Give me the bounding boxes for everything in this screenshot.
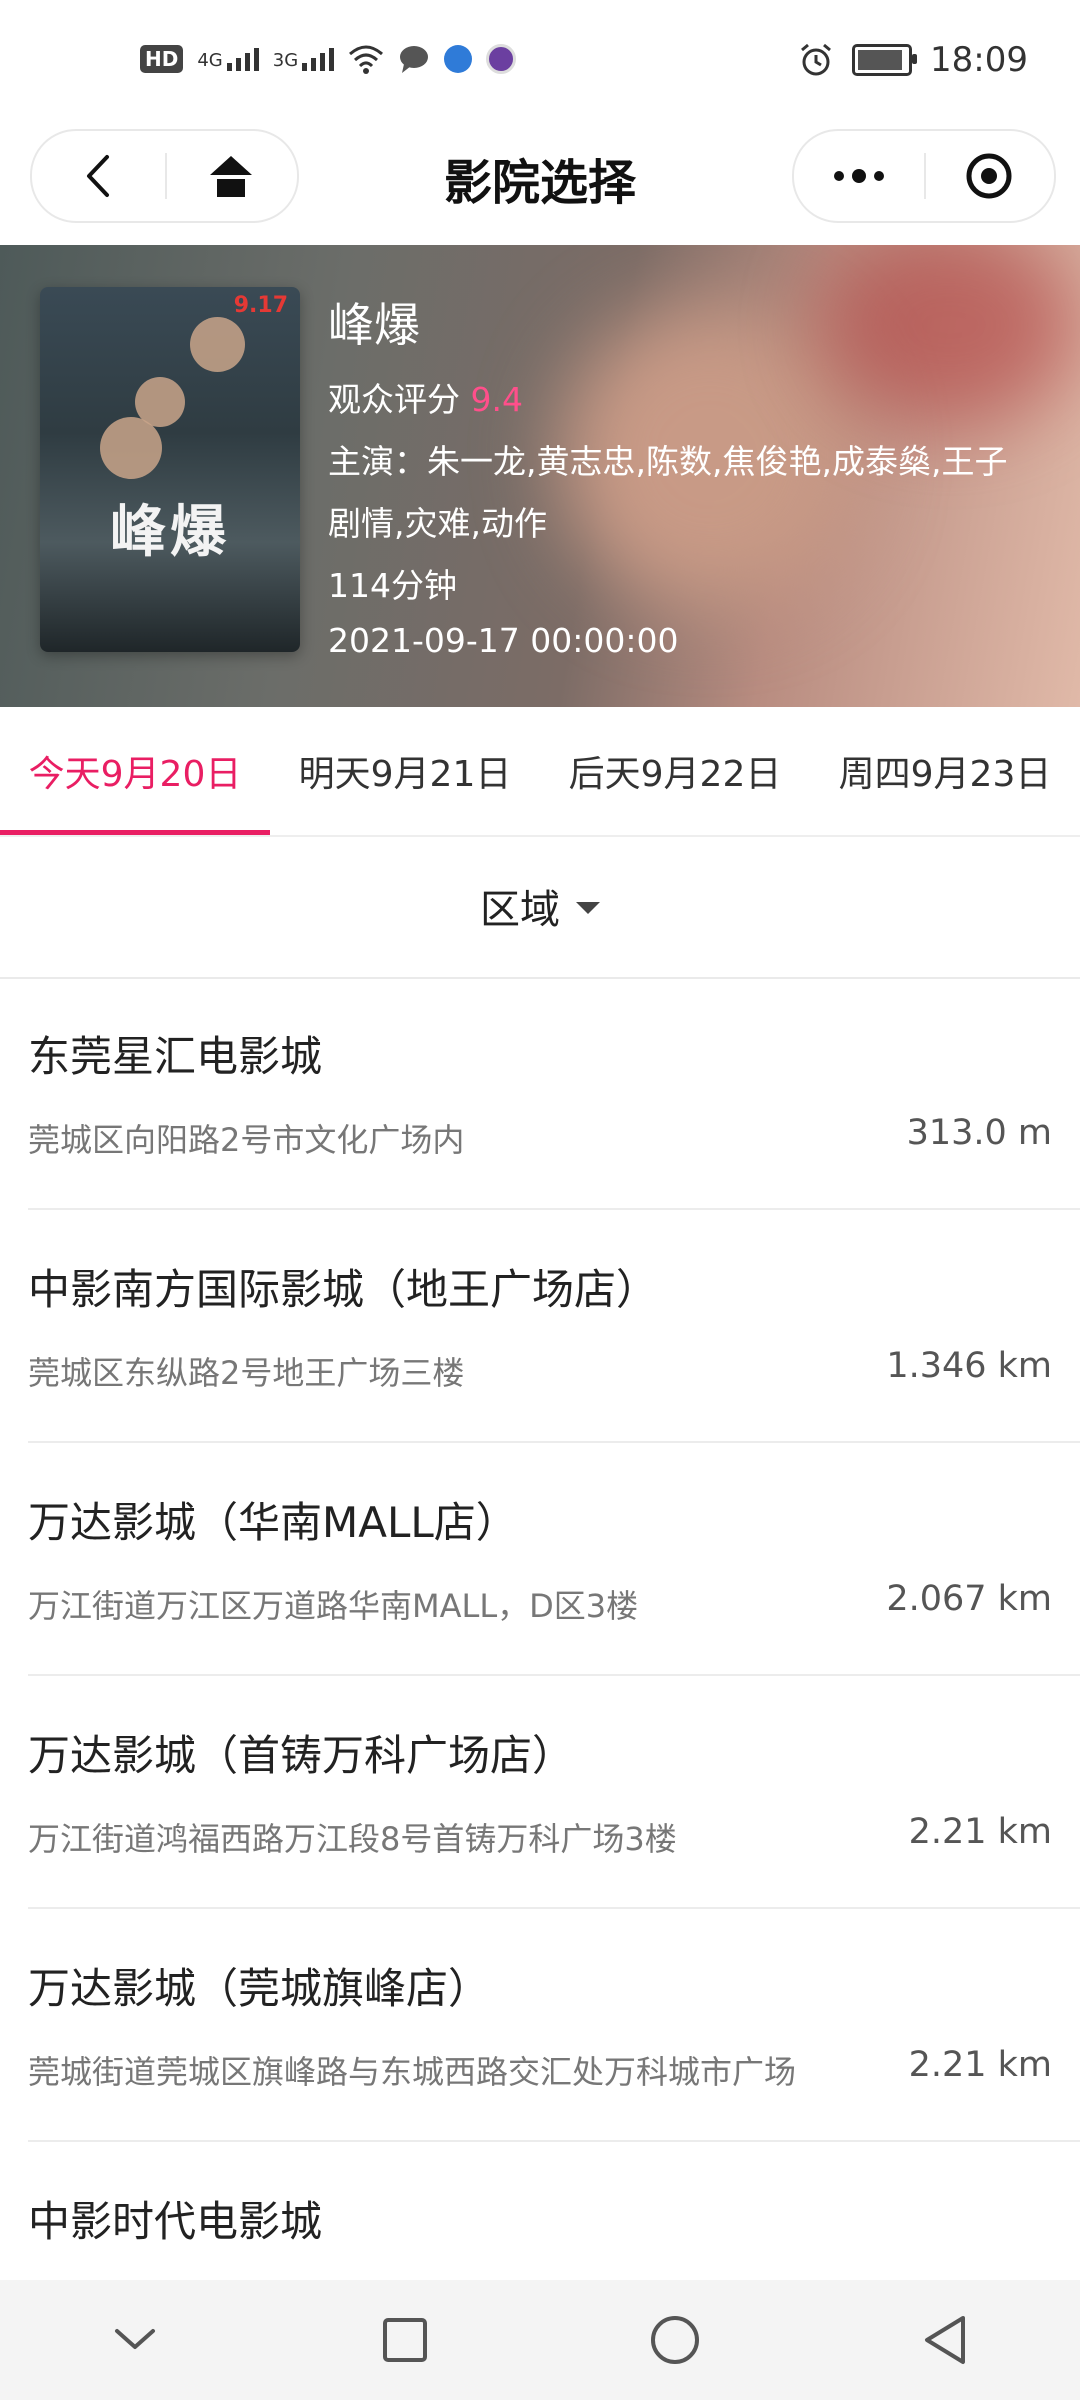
nav-capsule-right (792, 129, 1056, 223)
target-close-icon (966, 153, 1012, 199)
status-bar: HD 4G 3G 18:09 (0, 0, 1080, 125)
triangle-back-icon (925, 2316, 965, 2364)
status-icons-right: 18:09 (798, 40, 1028, 80)
cinema-name: 东莞星汇电影城 (28, 1032, 323, 1081)
back-system-button[interactable] (890, 2285, 1000, 2395)
score-label: 观众评分 (328, 380, 460, 419)
date-tab-thursday[interactable]: 周四9月23日 (810, 707, 1080, 835)
poster-title: 峰爆 (110, 500, 230, 565)
cinema-name: 中影时代电影城 (28, 2197, 323, 2246)
cinema-list-item[interactable]: 万达影城（华南MALL店） 万江街道万江区万道路华南MALL，D区3楼 2.06… (28, 1443, 1080, 1676)
cinema-distance: 2.21 km (908, 1812, 1052, 1852)
hd-badge: HD (140, 45, 184, 73)
status-time: 18:09 (930, 40, 1028, 80)
cinema-distance: 2.067 km (886, 1579, 1052, 1619)
cinema-name: 万达影城（莞城旗峰店） (28, 1964, 491, 2013)
movie-release-date: 2021-09-17 00:00:00 (328, 621, 679, 660)
net-label-4g: 4G (197, 49, 223, 71)
battery-icon (852, 44, 918, 76)
movie-poster[interactable]: 9.17 峰爆 (40, 287, 300, 652)
score-value: 9.4 (470, 380, 523, 419)
system-nav-bar (0, 2280, 1080, 2400)
nav-bar: 影院选择 (0, 125, 1080, 245)
date-tabs: 今天9月20日 明天9月21日 后天9月22日 周四9月23日 (0, 707, 1080, 837)
movie-info: 峰爆 观众评分 9.4 主演：朱一龙,黄志忠,陈数,焦俊艳,成泰燊,王子 剧情,… (328, 289, 1007, 674)
region-filter-label: 区域 (480, 887, 560, 933)
cinema-list-item[interactable]: 东莞星汇电影城 莞城区向阳路2号市文化广场内 313.0 m (28, 977, 1080, 1210)
net-label-3g: 3G (272, 49, 299, 71)
cinema-name: 万达影城（首铸万科广场店） (28, 1731, 575, 1780)
movie-genres: 剧情,灾难,动作 (328, 504, 547, 543)
cinema-list-item[interactable]: 万达影城（首铸万科广场店） 万江街道鸿福西路万江段8号首铸万科广场3楼 2.21… (28, 1676, 1080, 1909)
cinema-distance: 313.0 m (906, 1113, 1052, 1153)
movie-title: 峰爆 (328, 298, 420, 352)
poster-figure (190, 317, 245, 372)
chevron-down-icon (115, 2329, 155, 2349)
app-notification-icon-2 (486, 44, 517, 74)
status-icons-left: HD 4G 3G (140, 44, 517, 74)
region-filter-dropdown[interactable]: 区域 (0, 835, 1080, 979)
cinema-address: 莞城区向阳路2号市文化广场内 (28, 1121, 465, 1159)
square-icon (383, 2318, 427, 2362)
more-button[interactable] (794, 131, 924, 221)
date-tab-day-after[interactable]: 后天9月22日 (540, 707, 810, 835)
caret-down-icon (576, 902, 600, 914)
more-dots-icon (834, 169, 884, 183)
cinema-name: 万达影城（华南MALL店） (28, 1498, 518, 1547)
cinema-list-item[interactable]: 中影南方国际影城（地王广场店） 莞城区东纵路2号地王广场三楼 1.346 km (28, 1210, 1080, 1443)
movie-score-line: 观众评分 9.4 (328, 373, 1007, 421)
cinema-address: 莞城街道莞城区旗峰路与东城西路交汇处万科城市广场 (28, 2053, 797, 2091)
cinema-address: 万江街道万江区万道路华南MALL，D区3楼 (28, 1587, 639, 1625)
signal-3g-icon: 3G (272, 47, 335, 71)
cinema-list: 东莞星汇电影城 莞城区向阳路2号市文化广场内 313.0 m 中影南方国际影城（… (0, 977, 1080, 2375)
cinema-distance: 1.346 km (886, 1346, 1052, 1386)
movie-header: 9.17 峰爆 峰爆 观众评分 9.4 主演：朱一龙,黄志忠,陈数,焦俊艳,成泰… (0, 245, 1080, 707)
movie-duration: 114分钟 (328, 566, 457, 605)
alarm-icon (801, 43, 831, 76)
cinema-address: 万江街道鸿福西路万江段8号首铸万科广场3楼 (28, 1820, 677, 1858)
date-tab-today[interactable]: 今天9月20日 (0, 707, 270, 835)
app-notification-icon (444, 45, 473, 73)
cinema-address: 莞城区东纵路2号地王广场三楼 (28, 1354, 465, 1392)
poster-date-badge: 9.17 (233, 293, 288, 318)
message-icon (400, 46, 429, 73)
poster-figure (100, 417, 162, 479)
hide-nav-button[interactable] (80, 2285, 190, 2395)
date-tab-tomorrow[interactable]: 明天9月21日 (270, 707, 540, 835)
recents-button[interactable] (350, 2285, 460, 2395)
close-miniprogram-button[interactable] (924, 131, 1054, 221)
cinema-distance: 2.21 km (908, 2045, 1052, 2085)
home-system-button[interactable] (620, 2285, 730, 2395)
movie-cast: 主演：朱一龙,黄志忠,陈数,焦俊艳,成泰燊,王子 (328, 442, 1008, 481)
cinema-name: 中影南方国际影城（地王广场店） (28, 1265, 659, 1314)
circle-icon (651, 2316, 699, 2364)
wifi-icon (349, 45, 384, 74)
signal-4g-icon: 4G (197, 47, 259, 71)
cinema-list-item[interactable]: 万达影城（莞城旗峰店） 莞城街道莞城区旗峰路与东城西路交汇处万科城市广场 2.2… (28, 1909, 1080, 2142)
